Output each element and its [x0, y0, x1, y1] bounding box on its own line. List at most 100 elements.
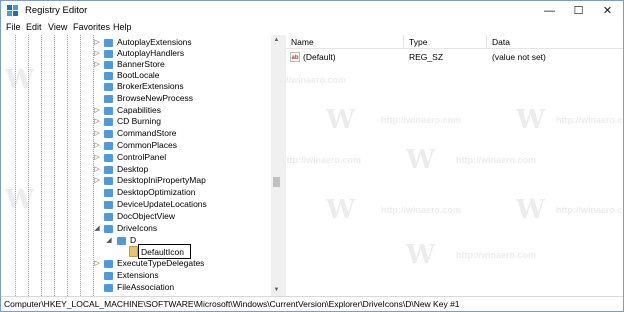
menu-view[interactable]: View [48, 22, 67, 32]
tree-item-brokerextensions[interactable]: BrokerExtensions [1, 81, 261, 92]
tree-item-label: Extensions [117, 270, 159, 280]
collapse-arrow-icon[interactable]: ◢ [93, 223, 101, 234]
maximize-button[interactable]: ☐ [564, 1, 593, 21]
tree-item-browsenewprocess[interactable]: BrowseNewProcess [1, 93, 261, 104]
scroll-down-arrow-icon[interactable]: ▼ [271, 285, 282, 296]
tree-item-defaulticon-editing[interactable]: DefaultIcon [1, 244, 261, 259]
tree-item-desktopinipropertymap[interactable]: ▷ DesktopIniPropertyMap [1, 175, 261, 186]
tree-item-desktopoptimization[interactable]: DesktopOptimization [1, 187, 261, 198]
tree-item-label: CommonPlaces [117, 140, 177, 150]
column-header-type[interactable]: Type [404, 35, 487, 49]
window-title: Registry Editor [25, 5, 88, 16]
tree-item-executetypedelegates[interactable]: ▷ ExecuteTypeDelegates [1, 258, 261, 269]
folder-icon [104, 189, 113, 197]
folder-icon [104, 142, 113, 150]
values-list[interactable]: Name Type Data ab (Default) REG_SZ (valu… [286, 35, 623, 296]
folder-icon [104, 50, 113, 58]
tree-item-bannerstore[interactable]: ▷ BannerStore [1, 59, 261, 70]
folder-icon [104, 154, 113, 162]
tree-scrollbar[interactable]: ▲ ▼ [271, 35, 282, 296]
close-button[interactable]: ✕ [593, 1, 622, 21]
tree-item-commonplaces[interactable]: ▷ CommonPlaces [1, 140, 261, 151]
watermark-text: http://winaero.com [456, 155, 537, 165]
watermark-text: http://winaero.com [456, 250, 537, 260]
watermark-logo: W [516, 195, 546, 225]
expand-arrow-icon[interactable]: ▷ [93, 116, 101, 127]
value-name: (Default) [303, 52, 336, 62]
scroll-thumb[interactable] [273, 177, 280, 187]
menu-file[interactable]: File [6, 22, 21, 32]
tree-item-label: AutoplayHandlers [117, 48, 185, 58]
tree-item-commandstore[interactable]: ▷ CommandStore [1, 128, 261, 139]
folder-icon [117, 237, 126, 245]
tree-item-driveicons[interactable]: ◢ DriveIcons [1, 223, 261, 234]
expand-arrow-icon[interactable]: ▷ [93, 152, 101, 163]
expand-arrow-icon[interactable]: ▷ [93, 175, 101, 186]
folder-icon [104, 61, 113, 69]
watermark-logo: W [326, 195, 356, 225]
watermark-text: http://winaero.com [286, 155, 362, 165]
tree-item-cd-burning[interactable]: ▷ CD Burning [1, 116, 261, 127]
collapse-arrow-icon[interactable]: ◢ [105, 235, 113, 246]
expand-arrow-icon[interactable]: ▷ [93, 164, 101, 175]
expand-arrow-icon[interactable]: ▷ [93, 128, 101, 139]
scroll-up-arrow-icon[interactable]: ▲ [271, 35, 282, 46]
tree-item-docobjectview[interactable]: DocObjectView [1, 211, 261, 222]
minimize-button[interactable]: — [535, 1, 564, 21]
folder-icon [104, 272, 113, 280]
menu-bar: File Edit View Favorites Help [1, 21, 623, 35]
folder-icon [104, 39, 113, 47]
tree-item-desktop[interactable]: ▷ Desktop [1, 164, 261, 175]
tree-item-label: BrokerExtensions [117, 81, 184, 91]
tree-item-label: AutoplayExtensions [117, 37, 192, 47]
tree-item-label: ExecuteTypeDelegates [117, 258, 205, 268]
expand-arrow-icon[interactable]: ▷ [93, 140, 101, 151]
folder-icon [104, 118, 113, 126]
registry-editor-window: Registry Editor — ☐ ✕ File Edit View Fav… [0, 0, 624, 312]
tree-item-label: BannerStore [117, 59, 165, 69]
tree-item-deviceupdatelocations[interactable]: DeviceUpdateLocations [1, 199, 261, 210]
watermark-text: http://winaero.com [381, 205, 462, 215]
menu-help[interactable]: Help [113, 22, 132, 32]
tree-item-label: FileAssociation [117, 282, 175, 292]
column-header-name[interactable]: Name [286, 35, 404, 49]
folder-icon [104, 95, 113, 103]
watermark-logo: W [406, 145, 436, 175]
folder-icon [104, 201, 113, 209]
menu-edit[interactable]: Edit [26, 22, 42, 32]
expand-arrow-icon[interactable]: ▷ [93, 48, 101, 59]
tree-item-label: BootLocale [117, 70, 160, 80]
menu-favorites[interactable]: Favorites [73, 22, 110, 32]
title-bar[interactable]: Registry Editor — ☐ ✕ [1, 1, 623, 21]
tree-item-label: DocObjectView [117, 211, 175, 221]
watermark-logo: W [516, 105, 546, 135]
tree-item-controlpanel[interactable]: ▷ ControlPanel [1, 152, 261, 163]
folder-icon [104, 83, 113, 91]
expand-arrow-icon[interactable]: ▷ [93, 105, 101, 116]
tree-item-label: ControlPanel [117, 152, 167, 162]
tree-item-d[interactable]: ◢ D [1, 235, 261, 246]
folder-icon [104, 177, 113, 185]
value-row-default[interactable]: ab (Default) REG_SZ (value not set) [286, 51, 623, 63]
tree-item-bootlocale[interactable]: BootLocale [1, 70, 261, 81]
rename-key-input[interactable]: DefaultIcon [138, 244, 191, 259]
tree-item-autoplayhandlers[interactable]: ▷ AutoplayHandlers [1, 48, 261, 59]
folder-icon [104, 284, 113, 292]
tree-item-capabilities[interactable]: ▷ Capabilities [1, 105, 261, 116]
tree-item-label: DesktopOptimization [117, 187, 196, 197]
watermark-text: http://winaero.com [286, 75, 347, 85]
list-header: Name Type Data [286, 35, 623, 49]
expand-arrow-icon[interactable]: ▷ [93, 258, 101, 269]
tree-item-extensions[interactable]: Extensions [1, 270, 261, 281]
tree-item-label: Capabilities [117, 105, 161, 115]
expand-arrow-icon[interactable]: ▷ [93, 37, 101, 48]
watermark-text: http://winaero.com [556, 115, 623, 125]
tree-item-label: Desktop [117, 164, 149, 174]
tree-item-autoplayextensions[interactable]: ▷ AutoplayExtensions [1, 37, 261, 48]
tree-item-fileassociation[interactable]: FileAssociation [1, 282, 261, 293]
key-path-text: Computer\HKEY_LOCAL_MACHINE\SOFTWARE\Mic… [4, 299, 460, 309]
column-header-data[interactable]: Data [487, 35, 623, 49]
folder-icon [104, 260, 113, 268]
expand-arrow-icon[interactable]: ▷ [93, 59, 101, 70]
registry-tree[interactable]: ▷ AutoplayExtensions ▷ AutoplayHandlers … [1, 35, 282, 296]
